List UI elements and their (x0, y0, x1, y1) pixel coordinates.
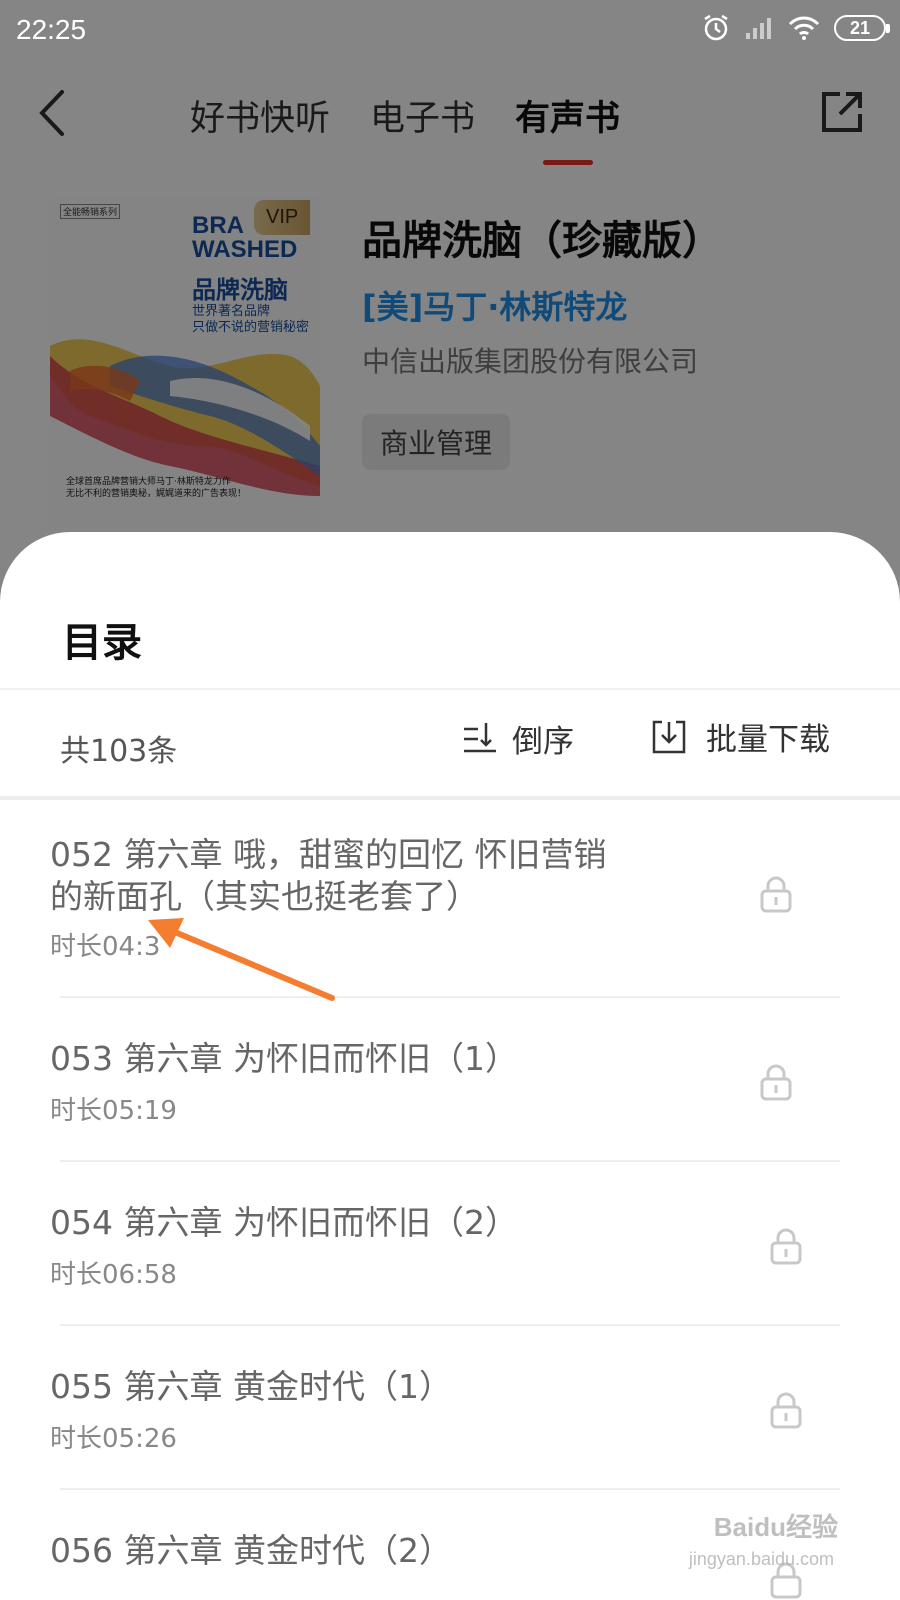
list-item[interactable]: 052 第六章 哦，甜蜜的回忆 怀旧营销的新面孔（其实也挺老套了） 时长04:3 (0, 800, 900, 998)
batch-download-button[interactable]: 批量下载 (650, 714, 830, 759)
lock-icon (770, 1228, 802, 1265)
download-icon (652, 720, 686, 753)
modal-overlay[interactable] (0, 0, 900, 600)
episode-title: 052 第六章 哦，甜蜜的回忆 怀旧营销的新面孔（其实也挺老套了） (50, 835, 607, 916)
wifi-icon (788, 16, 820, 40)
episode-title: 056 第六章 黄金时代（2） (50, 1531, 452, 1570)
sort-button[interactable]: 倒序 (462, 716, 574, 761)
batch-download-label: 批量下载 (706, 722, 830, 758)
episode-count: 共103条 (60, 734, 178, 769)
status-bar: 22:25 21 (0, 0, 900, 62)
episode-title: 055 第六章 黄金时代（1） (50, 1367, 452, 1406)
episode-duration: 时长05:19 (50, 1096, 177, 1126)
sort-label: 倒序 (512, 724, 574, 760)
sort-icon (464, 722, 496, 752)
episode-duration: 时长05:26 (50, 1424, 177, 1454)
battery-indicator: 21 (834, 15, 890, 41)
status-icons: 21 (702, 14, 890, 42)
list-item[interactable]: 055 第六章 黄金时代（1） 时长05:26 (0, 1326, 900, 1490)
list-item[interactable]: 054 第六章 为怀旧而怀旧（2） 时长06:58 (0, 1162, 900, 1326)
lock-icon (760, 876, 792, 913)
signal-icon (746, 18, 771, 39)
watermark-url: jingyan.baidu.com (688, 1549, 834, 1569)
catalog-sheet: 目录 共103条 倒序 批量下载 052 第六章 哦，甜蜜的回忆 怀旧营销的新面… (0, 532, 900, 1600)
alarm-icon (704, 14, 728, 41)
watermark-logo: Baidu经验 (713, 1512, 838, 1542)
episode-duration: 时长06:58 (50, 1260, 177, 1290)
catalog-controls: 共103条 倒序 批量下载 (0, 692, 900, 792)
catalog-title: 目录 (62, 620, 142, 666)
lock-icon (770, 1392, 802, 1429)
list-item[interactable]: 053 第六章 为怀旧而怀旧（1） 时长05:19 (0, 998, 900, 1162)
episode-title: 054 第六章 为怀旧而怀旧（2） (50, 1203, 518, 1242)
episode-title: 053 第六章 为怀旧而怀旧（1） (50, 1039, 518, 1078)
episode-list: 052 第六章 哦，甜蜜的回忆 怀旧营销的新面孔（其实也挺老套了） 时长04:3… (0, 800, 900, 1600)
divider (0, 688, 900, 690)
annotation-arrow-icon (148, 918, 335, 1001)
lock-icon (760, 1064, 792, 1101)
status-time: 22:25 (16, 14, 87, 45)
